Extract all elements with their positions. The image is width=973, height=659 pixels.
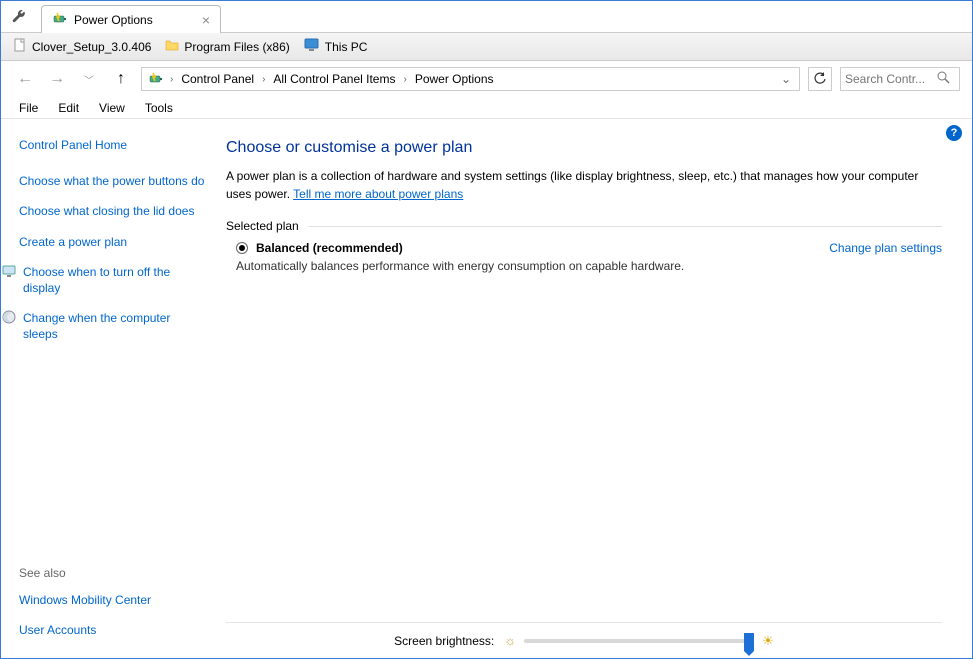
sidebar: Control Panel Home Choose what the power… xyxy=(1,119,215,658)
breadcrumb-dropdown[interactable]: ⌄ xyxy=(777,72,795,86)
wrench-icon[interactable] xyxy=(11,9,27,28)
menu-bar: File Edit View Tools xyxy=(1,97,972,119)
sidebar-link-closing-lid[interactable]: Choose what closing the lid does xyxy=(19,203,205,219)
help-icon[interactable]: ? xyxy=(946,125,962,141)
learn-more-link[interactable]: Tell me more about power plans xyxy=(293,187,463,201)
recent-dropdown[interactable]: ﹀ xyxy=(77,67,101,91)
plan-description: Automatically balances performance with … xyxy=(226,259,942,273)
moon-icon xyxy=(1,310,17,342)
power-icon xyxy=(148,70,164,89)
back-button[interactable]: ← xyxy=(13,67,37,91)
see-also-mobility-center[interactable]: Windows Mobility Center xyxy=(19,592,205,608)
bookmarks-bar: Clover_Setup_3.0.406 Program Files (x86)… xyxy=(1,33,972,61)
bookmark-clover[interactable]: Clover_Setup_3.0.406 xyxy=(13,38,151,55)
search-box[interactable] xyxy=(840,67,960,91)
chevron-right-icon[interactable]: › xyxy=(168,74,175,85)
sidebar-link-create-plan[interactable]: Create a power plan xyxy=(19,234,205,250)
bookmark-this-pc[interactable]: This PC xyxy=(304,38,368,55)
control-panel-home-link[interactable]: Control Panel Home xyxy=(19,137,205,153)
bookmark-program-files[interactable]: Program Files (x86) xyxy=(165,38,289,55)
slider-thumb[interactable] xyxy=(744,633,754,651)
sidebar-link-turnoff-display[interactable]: Choose when to turn off the display xyxy=(1,264,205,296)
change-plan-settings-link[interactable]: Change plan settings xyxy=(829,241,942,255)
radio-selected-icon[interactable] xyxy=(236,242,248,254)
page-heading: Choose or customise a power plan xyxy=(226,139,942,157)
pc-icon xyxy=(304,38,320,55)
search-icon[interactable] xyxy=(937,71,950,87)
chevron-right-icon[interactable]: › xyxy=(260,74,267,85)
file-icon xyxy=(13,38,27,55)
plan-balanced[interactable]: Balanced (recommended) xyxy=(236,241,403,255)
folder-icon xyxy=(165,38,179,55)
display-icon xyxy=(1,264,17,296)
browser-tab[interactable]: Power Options × xyxy=(41,5,221,33)
sidebar-link-power-buttons[interactable]: Choose what the power buttons do xyxy=(19,173,205,189)
brightness-slider[interactable] xyxy=(524,639,754,643)
breadcrumb[interactable]: › Control Panel › All Control Panel Item… xyxy=(141,67,800,91)
forward-button[interactable]: → xyxy=(45,67,69,91)
tab-bar: Power Options × xyxy=(1,1,972,33)
menu-file[interactable]: File xyxy=(11,99,46,117)
selected-plan-section: Selected plan xyxy=(226,219,942,233)
breadcrumb-item[interactable]: Power Options xyxy=(411,70,498,88)
breadcrumb-item[interactable]: Control Panel xyxy=(177,70,258,88)
address-bar-row: ← → ﹀ ↑ › Control Panel › All Control Pa… xyxy=(1,61,972,97)
brightness-label: Screen brightness: xyxy=(394,634,494,648)
up-button[interactable]: ↑ xyxy=(109,67,133,91)
sun-dim-icon: ☼ xyxy=(504,633,516,648)
page-description: A power plan is a collection of hardware… xyxy=(226,167,942,203)
menu-edit[interactable]: Edit xyxy=(50,99,87,117)
refresh-button[interactable] xyxy=(808,67,832,91)
menu-view[interactable]: View xyxy=(91,99,133,117)
tab-title: Power Options xyxy=(74,13,153,27)
power-icon xyxy=(52,10,68,29)
main-panel: Choose or customise a power plan A power… xyxy=(215,119,972,658)
menu-tools[interactable]: Tools xyxy=(137,99,181,117)
sun-bright-icon: ☀ xyxy=(762,633,774,649)
see-also-user-accounts[interactable]: User Accounts xyxy=(19,622,205,638)
sidebar-link-computer-sleeps[interactable]: Change when the computer sleeps xyxy=(1,310,205,342)
brightness-footer: Screen brightness: ☼ ☀ xyxy=(226,622,942,658)
chevron-right-icon[interactable]: › xyxy=(401,74,408,85)
search-input[interactable] xyxy=(845,72,933,86)
tab-close-icon[interactable]: × xyxy=(202,12,210,28)
see-also-heading: See also xyxy=(19,566,205,580)
breadcrumb-item[interactable]: All Control Panel Items xyxy=(269,70,399,88)
